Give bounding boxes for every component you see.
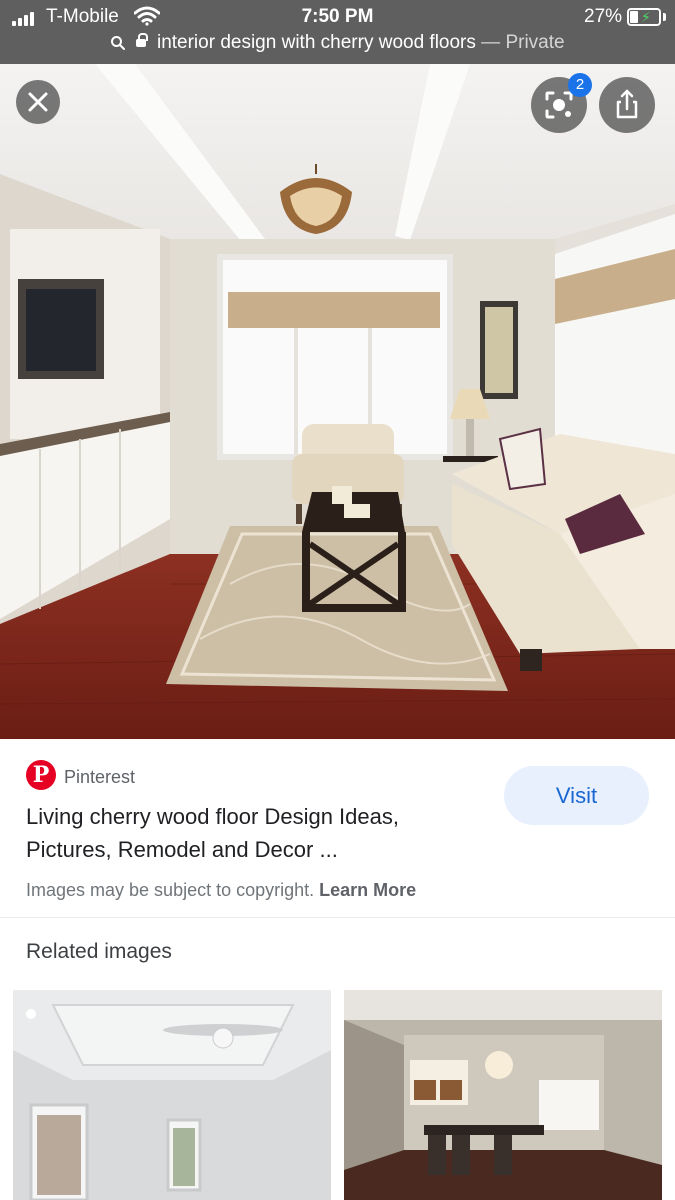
address-bar[interactable]: interior design with cherry wood floors …: [0, 32, 675, 58]
share-button[interactable]: [599, 77, 655, 133]
pinterest-icon: P: [26, 760, 56, 790]
learn-more-link[interactable]: Learn More: [319, 880, 416, 900]
result-title[interactable]: Living cherry wood floor Design Ideas, P…: [26, 800, 476, 866]
related-room-photo-1: [13, 990, 331, 1200]
main-image[interactable]: 2: [0, 64, 675, 739]
living-room-photo: [0, 64, 675, 739]
close-icon: [28, 92, 48, 112]
close-button[interactable]: [16, 80, 60, 124]
copyright-notice: Images may be subject to copyright. Lear…: [26, 880, 416, 901]
divider: [0, 917, 675, 918]
result-title-line2: Pictures, Remodel and Decor ...: [26, 837, 338, 862]
search-icon: [111, 35, 126, 50]
battery-percent: 27%: [584, 6, 623, 27]
battery-tip: [663, 13, 666, 21]
related-room-photo-2: [344, 990, 662, 1200]
related-images-heading: Related images: [26, 940, 172, 963]
copyright-text: Images may be subject to copyright.: [26, 880, 315, 900]
lock-icon: [135, 32, 148, 47]
status-bar: T-Mobile 7:50 PM 27% ⚡: [0, 0, 675, 34]
source-name[interactable]: Pinterest: [64, 767, 135, 788]
battery-icon: ⚡: [627, 8, 661, 26]
search-query: interior design with cherry wood floors: [156, 32, 476, 53]
related-image-thumbnail[interactable]: [13, 990, 331, 1200]
result-title-line1: Living cherry wood floor Design Ideas,: [26, 804, 399, 829]
lens-badge: 2: [568, 73, 592, 97]
visit-button[interactable]: Visit: [504, 766, 649, 825]
clock: 7:50 PM: [301, 6, 374, 27]
related-image-thumbnail[interactable]: [344, 990, 662, 1200]
top-bar: T-Mobile 7:50 PM 27% ⚡ interior design w…: [0, 0, 675, 64]
private-label: — Private: [481, 32, 565, 53]
share-icon: [616, 89, 638, 119]
